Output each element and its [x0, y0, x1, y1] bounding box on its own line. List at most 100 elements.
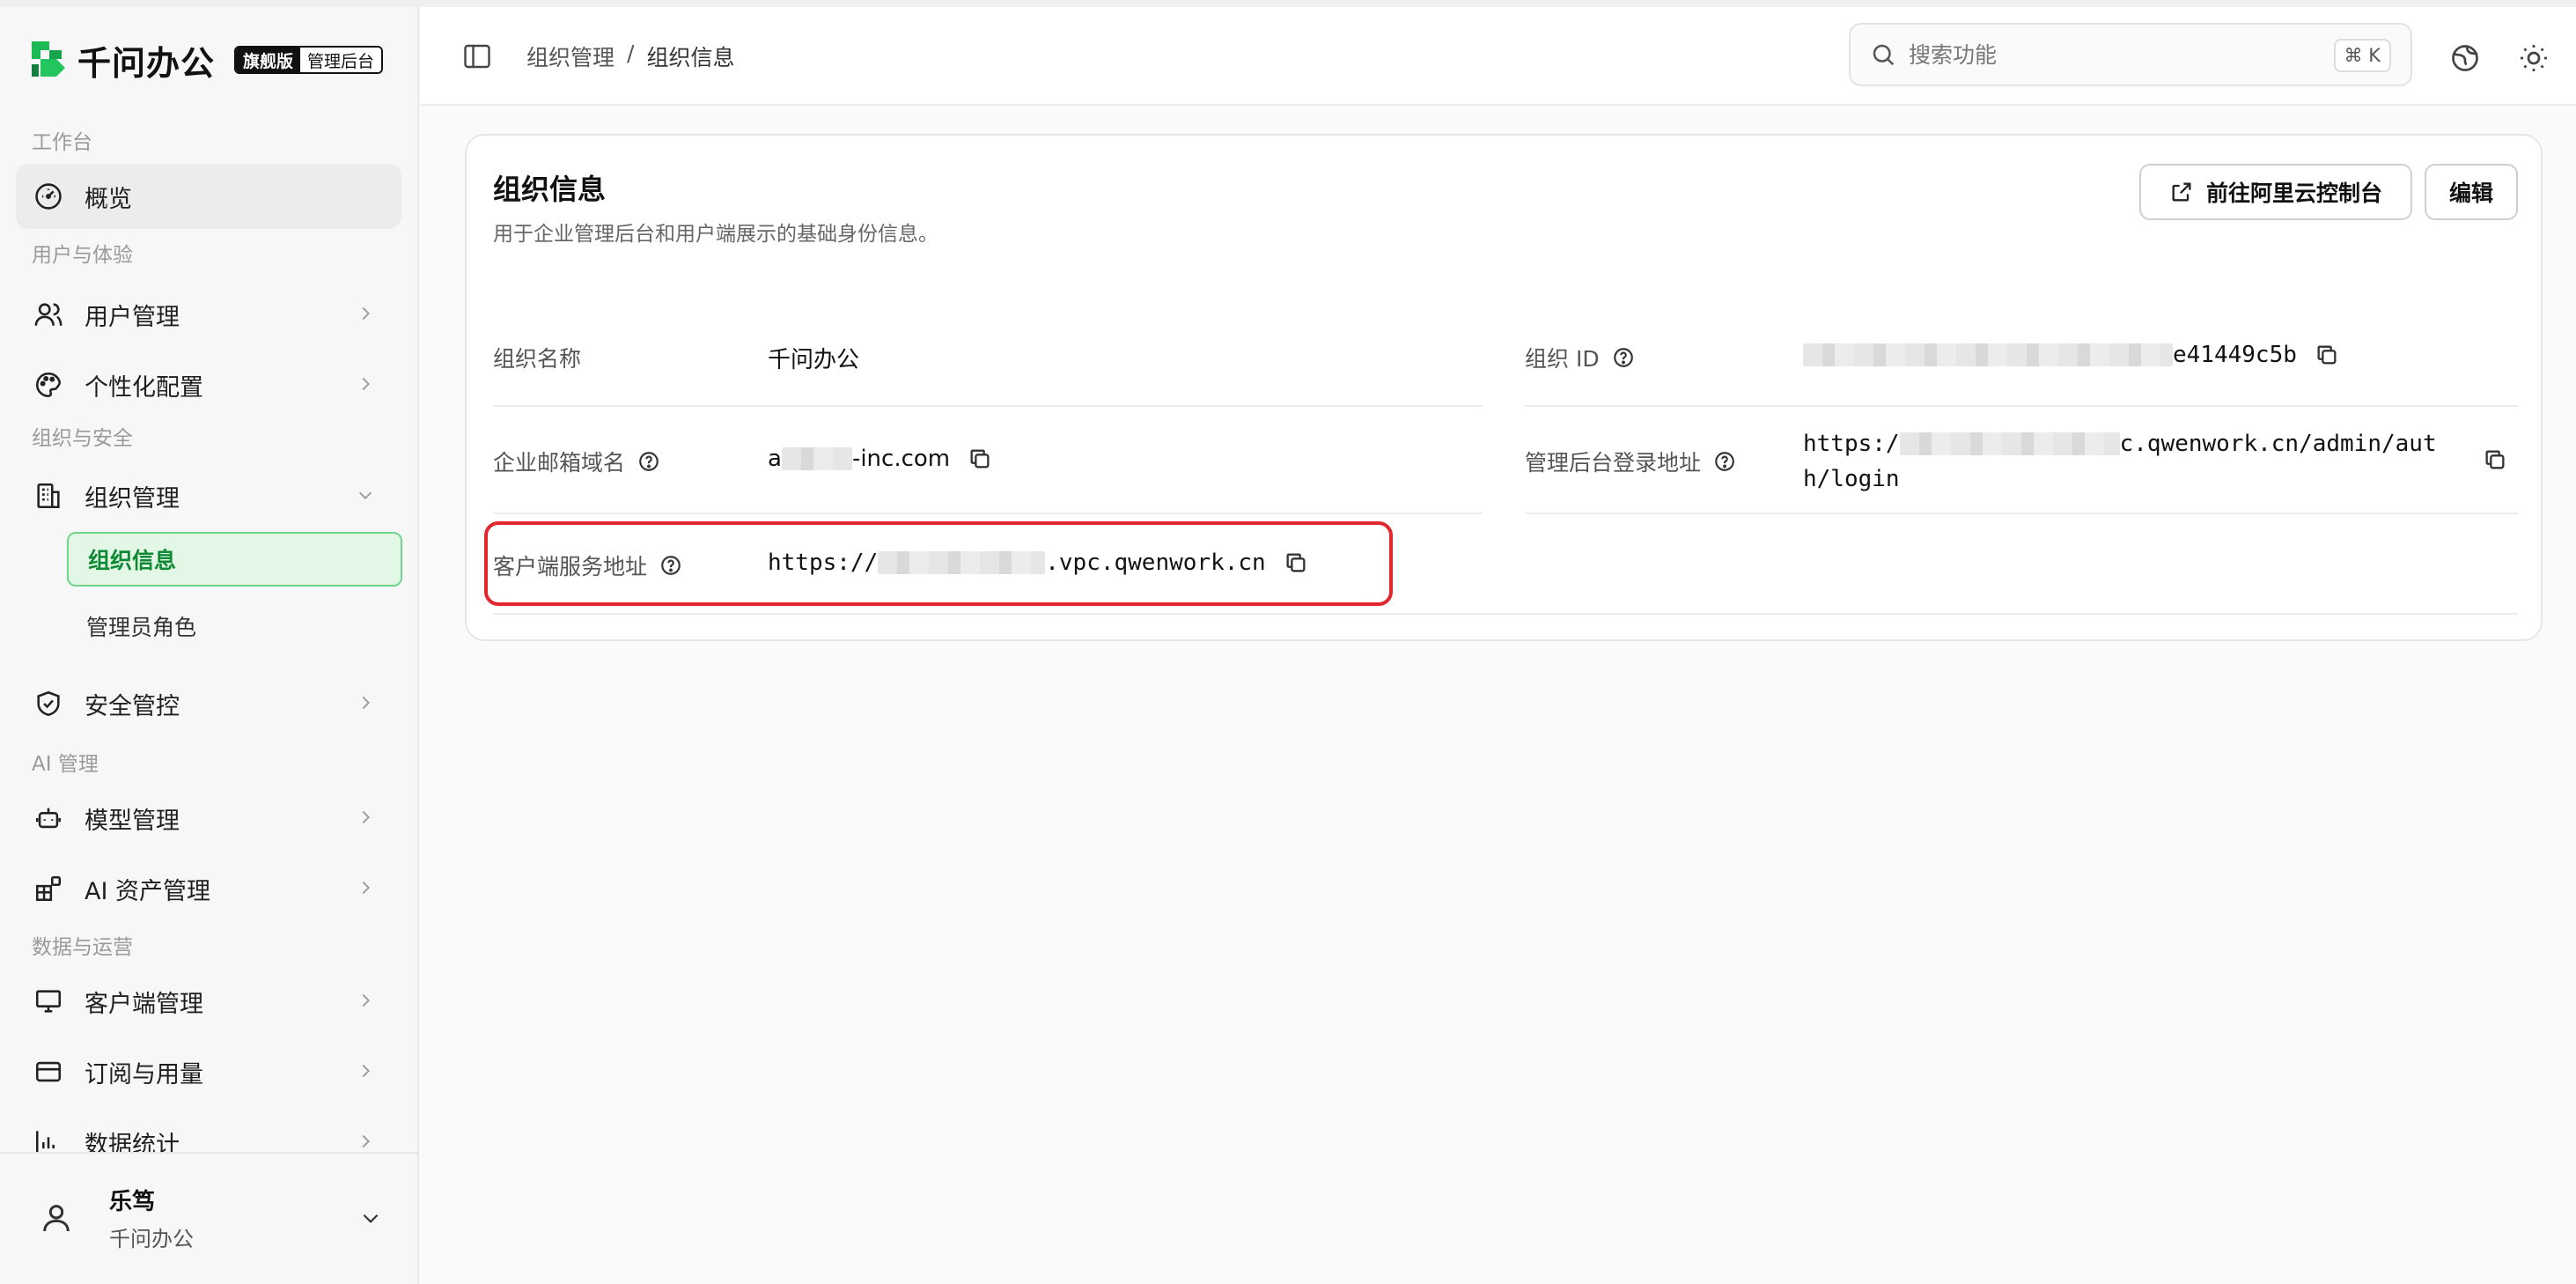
breadcrumb: 组织管理 / 组织信息 [526, 41, 734, 72]
external-link-icon [2172, 182, 2191, 202]
card-title: 组织信息 [493, 173, 607, 206]
user-name: 乐笃 [109, 1189, 156, 1215]
sidebar-subitem-admin-roles[interactable]: 管理员角色 [67, 599, 402, 653]
help-circle-icon[interactable] [1713, 450, 1736, 473]
window-top-edge [0, 0, 2576, 7]
globe-icon[interactable] [2449, 42, 2481, 74]
org-name-label-text: 组织名称 [493, 346, 582, 372]
admin-login-url-value: https:/ c.qwenwork.cn/admin/aut h/login [1803, 426, 2472, 497]
chevron-right-icon [362, 1064, 370, 1078]
redacted-block [1803, 343, 2173, 366]
chevron-right-icon [362, 993, 370, 1007]
redacted-block [1899, 432, 2120, 455]
email-domain-visible-suffix: -inc.com [851, 446, 951, 472]
sidebar-item-security[interactable]: 安全管控 [16, 671, 401, 736]
copy-icon[interactable] [2483, 447, 2507, 472]
edition-badge-label: 旗舰版 [236, 48, 301, 72]
logo[interactable]: 千问办公 旗舰版 管理后台 [26, 35, 384, 85]
go-to-aliyun-console-button[interactable]: 前往阿里云控制台 [2139, 164, 2412, 220]
row-divider [493, 613, 2518, 615]
building-icon [32, 479, 65, 513]
sidebar-item-label: 模型管理 [85, 807, 180, 835]
admin-login-url-line2: h/login [1803, 466, 1900, 492]
chevron-right-icon [362, 810, 370, 824]
admin-url-visible-suffix: c.qwenwork.cn/admin/aut [2119, 431, 2437, 457]
row-divider [493, 513, 1483, 514]
go-to-aliyun-console-label: 前往阿里云控制台 [2205, 181, 2382, 206]
sidebar-item-org-management[interactable]: 组织管理 [16, 463, 401, 528]
admin-url-visible-prefix: https:/ [1803, 431, 1900, 457]
email-domain-label: 企业邮箱域名 [493, 446, 660, 477]
chevron-right-icon [362, 377, 370, 391]
chevron-right-icon [362, 696, 370, 710]
group-label-ai-management: AI 管理 [32, 753, 99, 776]
sidebar-item-user-management[interactable]: 用户管理 [16, 282, 401, 347]
sidebar-item-client-management[interactable]: 客户端管理 [16, 969, 401, 1034]
client-url-visible-suffix: .vpc.qwenwork.cn [1045, 550, 1266, 576]
sidebar-item-overview[interactable]: 概览 [16, 164, 401, 229]
sidebar: 千问办公 旗舰版 管理后台 工作台 概览 用户与体验 用户管理 个性化配置 组织… [0, 7, 419, 1284]
sidebar-item-label: 概览 [85, 185, 132, 213]
org-id-label: 组织 ID [1525, 342, 1635, 373]
monitor-icon [32, 985, 65, 1018]
email-domain-label-text: 企业邮箱域名 [493, 450, 626, 476]
sidebar-item-ai-assets[interactable]: AI 资产管理 [16, 856, 401, 921]
dashboard-gauge-icon [32, 180, 65, 213]
search-shortcut-badge: ⌘ K [2333, 39, 2391, 72]
row-divider [1525, 405, 2518, 407]
sidebar-item-model-management[interactable]: 模型管理 [16, 786, 401, 851]
admin-login-url-label-text: 管理后台登录地址 [1525, 450, 1702, 476]
sidebar-item-label: 安全管控 [85, 692, 180, 720]
copy-icon[interactable] [1284, 550, 1308, 575]
help-circle-icon[interactable] [659, 554, 682, 577]
client-service-url-label: 客户端服务地址 [493, 550, 682, 581]
users-icon [32, 298, 65, 331]
palette-icon [32, 368, 65, 402]
redacted-block [781, 447, 852, 470]
org-info-card: 组织信息 用于企业管理后台和用户端展示的基础身份信息。 前往阿里云控制台 编辑 … [465, 134, 2543, 641]
org-id-value: e41449c5b [1803, 342, 2339, 368]
sidebar-item-personalization[interactable]: 个性化配置 [16, 352, 401, 417]
search-input[interactable] [1909, 41, 2296, 68]
chevron-down-icon [358, 491, 372, 499]
client-url-visible-prefix: https:// [768, 550, 879, 576]
org-id-label-text: 组织 ID [1525, 346, 1600, 372]
credit-card-icon [32, 1055, 65, 1088]
sidebar-item-subscription[interactable]: 订阅与用量 [16, 1039, 401, 1104]
logo-text: 千问办公 [77, 43, 216, 83]
email-domain-value: a -inc.com [768, 446, 992, 472]
top-header: 组织管理 / 组织信息 ⌘ K [421, 7, 2576, 106]
row-divider [1525, 513, 2518, 514]
help-circle-icon[interactable] [637, 450, 660, 473]
copy-icon[interactable] [968, 446, 992, 471]
org-name-label: 组织名称 [493, 342, 581, 373]
admin-login-url-label: 管理后台登录地址 [1525, 446, 1736, 477]
edit-button[interactable]: 编辑 [2425, 164, 2518, 220]
sun-theme-icon[interactable] [2518, 42, 2550, 74]
sidebar-toggle-icon[interactable] [461, 41, 493, 72]
email-domain-visible-prefix: a [768, 446, 782, 472]
chevron-right-icon [362, 881, 370, 895]
robot-icon [32, 801, 65, 835]
console-badge-label: 管理后台 [300, 48, 382, 72]
breadcrumb-parent[interactable]: 组织管理 [526, 41, 615, 72]
user-org: 千问办公 [109, 1227, 194, 1251]
search-icon [1873, 44, 1895, 66]
sidebar-user-section: 乐笃 千问办公 [0, 1152, 417, 1284]
sidebar-item-label: 个性化配置 [85, 373, 203, 402]
search-box[interactable]: ⌘ K [1849, 23, 2412, 86]
group-label-data-ops: 数据与运营 [32, 936, 133, 959]
breadcrumb-separator: / [627, 41, 635, 66]
user-menu[interactable]: 乐笃 千问办公 [39, 1184, 391, 1252]
org-name-value: 千问办公 [768, 347, 860, 373]
help-circle-icon[interactable] [1612, 346, 1635, 369]
chevron-down-icon [363, 1214, 379, 1223]
copy-icon[interactable] [2315, 343, 2339, 367]
sidebar-item-label: 客户端管理 [85, 990, 203, 1018]
chevron-right-icon [362, 306, 370, 321]
breadcrumb-current: 组织信息 [646, 45, 735, 70]
sidebar-item-label: 订阅与用量 [85, 1060, 203, 1088]
sidebar-subitem-org-info[interactable]: 组织信息 [67, 532, 402, 587]
edition-badge: 旗舰版 管理后台 [234, 46, 384, 74]
user-info: 乐笃 千问办公 [109, 1184, 194, 1252]
